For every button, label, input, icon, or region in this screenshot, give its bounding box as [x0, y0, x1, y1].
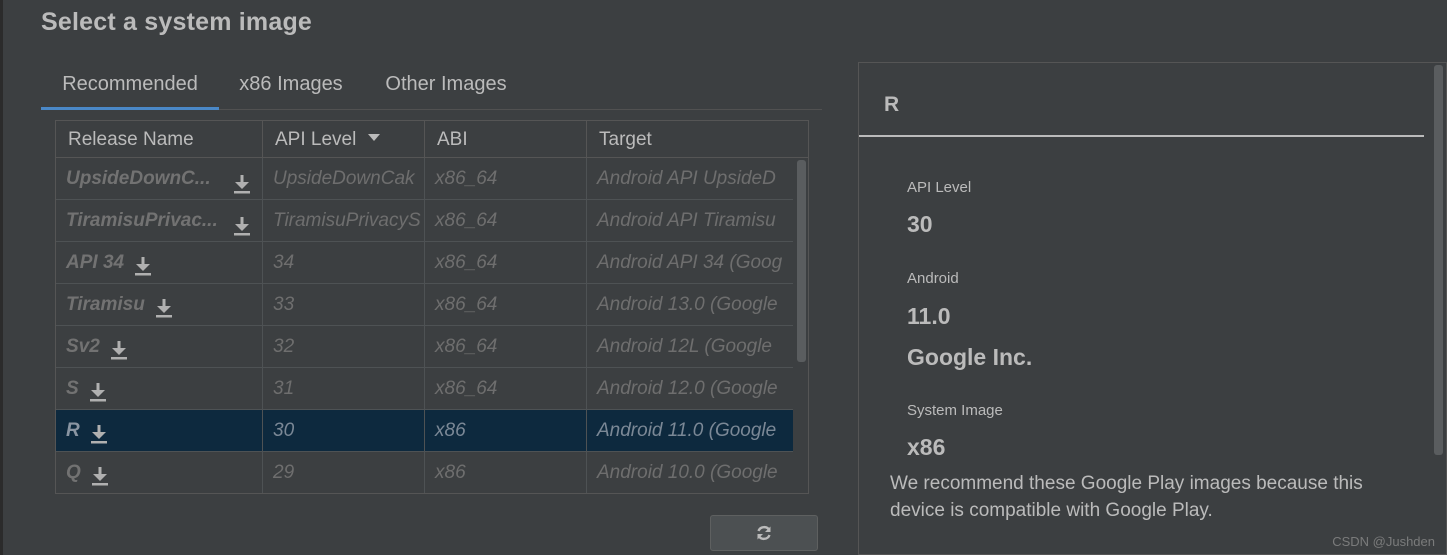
window-edge: [0, 0, 3, 555]
cell-abi: x86_64: [425, 200, 587, 241]
cell-release-name: Q: [56, 452, 263, 493]
release-name: TiramisuPrivac...: [66, 210, 218, 231]
recommendation-description: We recommend these Google Play images be…: [890, 473, 1363, 521]
table-row[interactable]: Tiramisu 33 x86_64 Android 13.0 (Google: [56, 284, 793, 326]
column-label: Release Name: [68, 129, 194, 150]
release-name: UpsideDownC...: [66, 168, 211, 189]
cell-target: Android 12L (Google: [597, 336, 772, 357]
download-icon[interactable]: [110, 334, 128, 360]
cell-api-level: UpsideDownCak: [263, 158, 425, 199]
cell-release-name: API 34: [56, 242, 263, 283]
cell-target: Android 13.0 (Google: [597, 294, 778, 315]
cell-abi: x86: [425, 452, 587, 493]
cell-api-level: 34: [263, 242, 425, 283]
release-name: S: [66, 378, 79, 399]
details-divider: [859, 135, 1424, 137]
download-icon[interactable]: [91, 460, 109, 486]
download-icon[interactable]: [89, 376, 107, 402]
release-name: R: [66, 420, 80, 441]
cell-target: Android API UpsideD: [597, 168, 776, 189]
android-label: Android: [907, 270, 959, 287]
release-name: Sv2: [66, 336, 100, 357]
cell-release-name: Sv2: [56, 326, 263, 367]
cell-target: Android API Tiramisu: [597, 210, 776, 231]
details-scrollbar[interactable]: [1434, 65, 1443, 455]
cell-target: Android API 34 (Goog: [597, 252, 783, 273]
cell-release-name: R: [56, 410, 263, 451]
image-tabs: Recommended x86 Images Other Images: [41, 64, 822, 110]
cell-target: Android 11.0 (Google: [597, 420, 777, 441]
table-row[interactable]: UpsideDownC... UpsideDownCak x86_64 Android…: [56, 158, 793, 200]
cell-api-level: TiramisuPrivacyS: [263, 200, 425, 241]
sort-descending-icon: [368, 134, 381, 142]
tab-other-images[interactable]: Other Images: [371, 64, 521, 110]
system-image-value: x86: [907, 434, 946, 460]
download-icon[interactable]: [90, 418, 108, 444]
table-body: UpsideDownC... UpsideDownCak x86_64 Android…: [56, 158, 793, 493]
cell-release-name: TiramisuPrivac...: [56, 200, 263, 241]
cell-release-name: UpsideDownC...: [56, 158, 263, 199]
column-header-release-name[interactable]: Release Name: [56, 121, 263, 158]
scrollbar-thumb[interactable]: [797, 160, 806, 362]
dialog-title: Select a system image: [41, 8, 313, 36]
column-header-api-level[interactable]: API Level: [263, 121, 425, 158]
release-name: Q: [66, 462, 81, 483]
release-name: Tiramisu: [66, 294, 145, 315]
table-row[interactable]: S 31 x86_64 Android 12.0 (Google: [56, 368, 793, 410]
refresh-button[interactable]: [710, 515, 818, 551]
table-scrollbar[interactable]: [793, 158, 808, 493]
download-icon[interactable]: [134, 250, 152, 276]
cell-target: Android 10.0 (Google: [597, 462, 778, 483]
cell-release-name: Tiramisu: [56, 284, 263, 325]
table-row[interactable]: R 30 x86 Android 11.0 (Google: [56, 410, 793, 452]
system-image-table: Release Name API Level ABI Target Upside…: [55, 120, 809, 494]
vendor-value: Google Inc.: [907, 344, 1033, 370]
cell-api-level: 33: [263, 284, 425, 325]
cell-release-name: S: [56, 368, 263, 409]
column-header-abi[interactable]: ABI: [425, 121, 587, 158]
android-version-value: 11.0: [907, 303, 951, 329]
system-image-label: System Image: [907, 402, 1003, 419]
cell-abi: x86_64: [425, 242, 587, 283]
column-label: Target: [599, 129, 652, 150]
cell-api-level: 31: [263, 368, 425, 409]
api-level-label: API Level: [907, 179, 972, 196]
cell-abi: x86_64: [425, 158, 587, 199]
table-row[interactable]: TiramisuPrivac... TiramisuPrivacyS x86_64 A…: [56, 200, 793, 242]
details-title: R: [884, 93, 900, 116]
cell-abi: x86_64: [425, 326, 587, 367]
refresh-icon: [757, 525, 771, 541]
column-header-target[interactable]: Target: [587, 121, 793, 158]
table-row[interactable]: API 34 34 x86_64 Android API 34 (Goog: [56, 242, 793, 284]
cell-api-level: 29: [263, 452, 425, 493]
cell-abi: x86_64: [425, 284, 587, 325]
image-details-panel: R API Level 30 Android 11.0 Google Inc. …: [858, 62, 1447, 555]
cell-api-level: 30: [263, 410, 425, 451]
download-icon[interactable]: [233, 168, 251, 194]
table-row[interactable]: Sv2 32 x86_64 Android 12L (Google: [56, 326, 793, 368]
table-row[interactable]: Q 29 x86 Android 10.0 (Google: [56, 452, 793, 493]
column-label: ABI: [437, 129, 468, 150]
table-header: Release Name API Level ABI Target: [56, 121, 808, 158]
column-label: API Level: [275, 129, 357, 150]
release-name: API 34: [66, 252, 125, 273]
download-icon[interactable]: [155, 292, 173, 318]
download-icon[interactable]: [233, 210, 251, 236]
tab-recommended[interactable]: Recommended: [41, 64, 219, 110]
cell-abi: x86: [425, 410, 587, 451]
cell-abi: x86_64: [425, 368, 587, 409]
cell-target: Android 12.0 (Google: [597, 378, 778, 399]
watermark: CSDN @Jushden: [1332, 534, 1435, 549]
tab-x86-images[interactable]: x86 Images: [227, 64, 355, 110]
api-level-value: 30: [907, 211, 933, 237]
cell-api-level: 32: [263, 326, 425, 367]
